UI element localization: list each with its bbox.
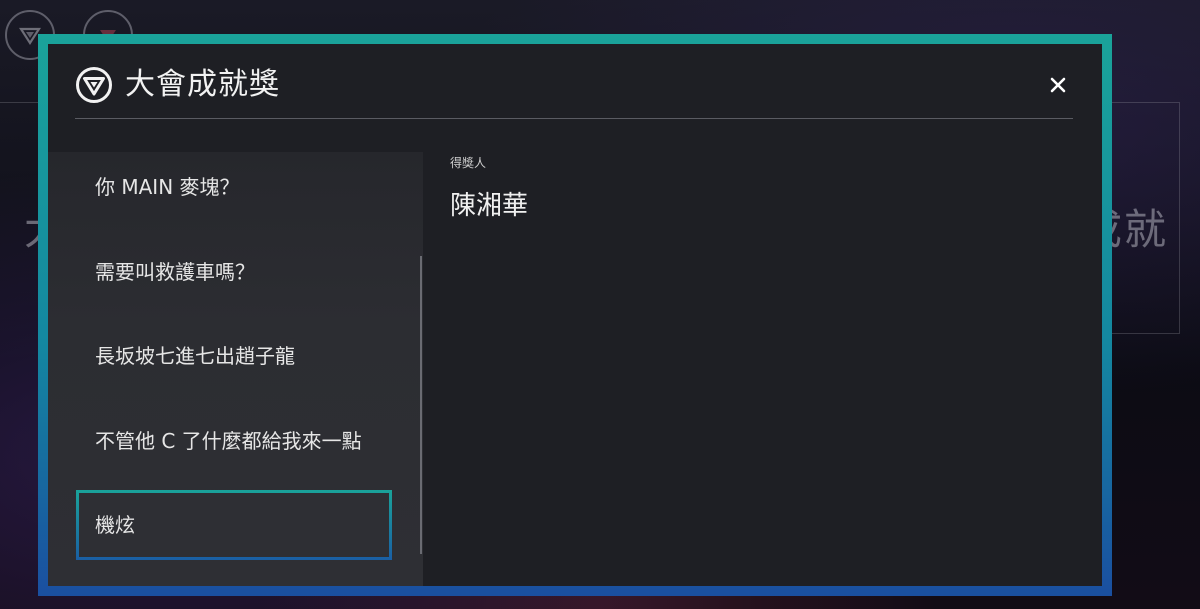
close-icon (1050, 77, 1066, 93)
winner-label: 得獎人 (450, 156, 487, 170)
achievement-list: 你 MAIN 麥塊？ 需要叫救護車嗎？ 長坂坡七進七出趙子龍 不管他 C 了什麼… (48, 152, 423, 586)
close-button[interactable] (1043, 70, 1073, 100)
achievement-item[interactable]: 需要叫救護車嗎？ (76, 237, 392, 307)
achievement-modal: 大會成就獎 你 MAIN 麥塊？ 需要叫救護車嗎？ 長坂坡七進七出趙子龍 不管他… (48, 44, 1102, 586)
achievement-item-selected[interactable]: 機炫 (76, 490, 392, 560)
winner-name: 陳湘華 (450, 191, 529, 221)
achievement-item-label: 長坂坡七進七出趙子龍 (95, 344, 295, 368)
achievement-item-label: 機炫 (95, 513, 135, 537)
achievement-item-label: 不管他 C 了什麼都給我來一點 (95, 429, 362, 453)
brand-logo-icon (75, 66, 113, 104)
achievement-item-label: 你 MAIN 麥塊？ (95, 175, 240, 199)
achievement-item[interactable]: 不管他 C 了什麼都給我來一點 (76, 406, 392, 476)
achievement-item[interactable]: 長坂坡七進七出趙子龍 (76, 321, 392, 391)
modal-header: 大會成就獎 (75, 44, 1073, 119)
modal-title: 大會成就獎 (125, 67, 280, 102)
sidebar-scrollbar[interactable] (420, 256, 422, 554)
achievement-item-label: 需要叫救護車嗎？ (95, 260, 255, 284)
achievement-item[interactable]: 你 MAIN 麥塊？ (76, 152, 392, 222)
